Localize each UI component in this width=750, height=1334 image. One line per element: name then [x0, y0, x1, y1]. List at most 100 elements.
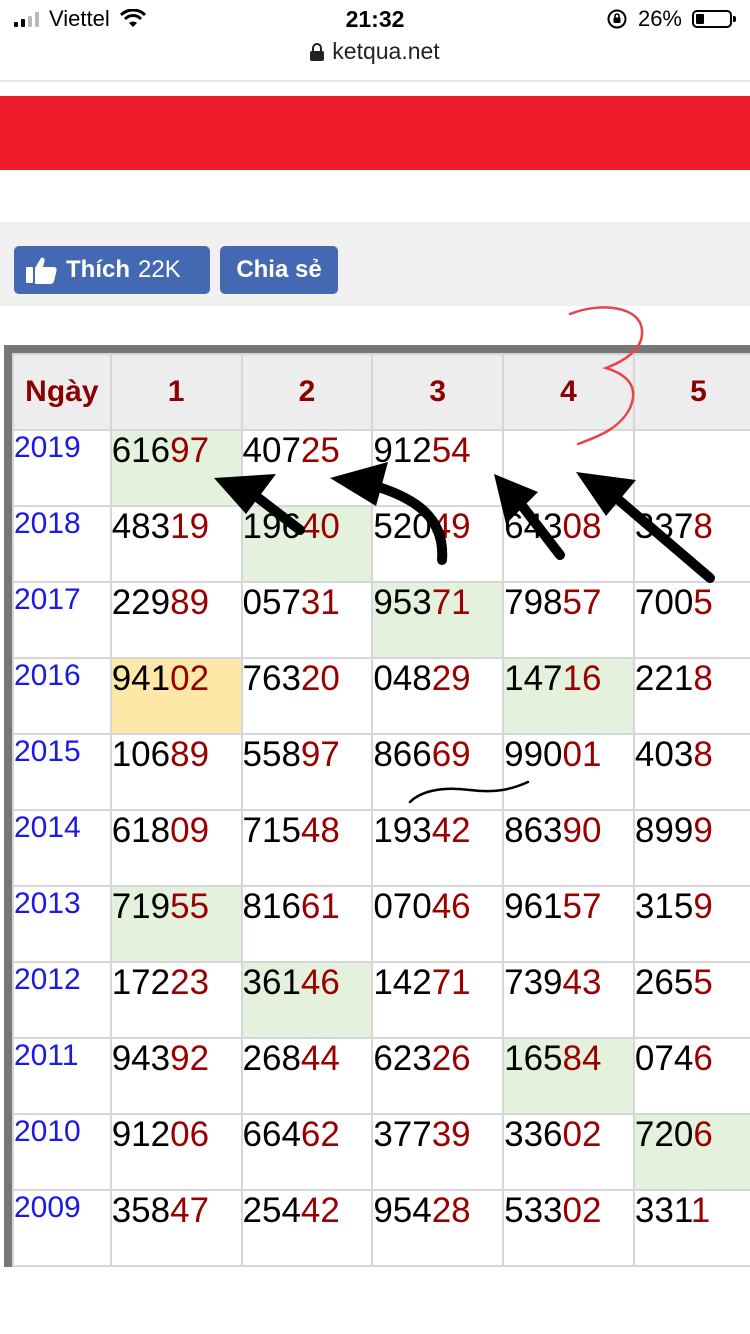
result-head-digits: 057 [242, 583, 301, 622]
result-head-digits: 899 [634, 811, 694, 850]
result-tail-digits: 97 [170, 431, 210, 470]
result-head-digits: 616 [111, 431, 171, 470]
year-cell[interactable]: 2016 [12, 657, 112, 735]
result-cell: 7005 [632, 581, 750, 659]
result-head-digits: 558 [242, 735, 301, 774]
result-tail-digits: 57 [562, 887, 602, 926]
browser-divider [0, 80, 750, 82]
year-cell[interactable]: 2011 [12, 1037, 112, 1115]
result-head-digits: 990 [504, 735, 563, 774]
facebook-share-button[interactable]: Chia sẻ [220, 246, 338, 294]
result-tail-digits: 23 [170, 963, 210, 1002]
table-row: 2014 61809 71548 19342 86390 8999 [12, 809, 750, 887]
result-head-digits: 623 [373, 1039, 432, 1078]
result-tail-digits: 92 [170, 1039, 210, 1078]
result-cell: 86390 [502, 809, 635, 887]
result-tail-digits: 54 [431, 431, 471, 470]
results-table: Ngày 1 2 3 4 5 2019 61697 40725 91254 2018 48… [12, 353, 750, 1267]
year-cell[interactable]: 2018 [12, 505, 112, 583]
result-cell: 55897 [240, 733, 374, 811]
result-head-digits: 337 [634, 507, 694, 546]
like-label: Thích [66, 256, 130, 283]
table-row: 2010 91206 66462 37739 33602 7206 [12, 1113, 750, 1191]
result-head-digits: 912 [111, 1115, 171, 1154]
result-tail-digits: 89 [170, 583, 210, 622]
lock-icon [310, 42, 325, 61]
result-head-digits: 229 [111, 583, 171, 622]
result-head-digits: 407 [242, 431, 301, 470]
year-cell[interactable]: 2014 [12, 809, 112, 887]
result-head-digits: 165 [504, 1039, 563, 1078]
social-strip: Thích 22K Chia sẻ [0, 222, 750, 306]
result-cell [632, 429, 750, 507]
result-head-digits: 403 [634, 735, 694, 774]
table-row: 2018 48319 19640 52049 64308 3378 [12, 505, 750, 583]
year-cell[interactable]: 2010 [12, 1113, 112, 1191]
url-bar[interactable]: ketqua.net [0, 38, 750, 65]
year-cell[interactable]: 2017 [12, 581, 112, 659]
result-cell: 14271 [371, 961, 505, 1039]
result-tail-digits: 39 [431, 1115, 471, 1154]
result-cell: 96157 [502, 885, 635, 963]
result-cell: 19342 [371, 809, 505, 887]
header-col-5: 5 [632, 353, 750, 431]
year-cell[interactable]: 2013 [12, 885, 112, 963]
result-cell: 22989 [109, 581, 243, 659]
result-cell: 81661 [240, 885, 374, 963]
header-date: Ngày [12, 353, 112, 431]
like-count: 22K [138, 256, 181, 283]
result-cell: 71955 [109, 885, 243, 963]
result-cell: 99001 [502, 733, 635, 811]
facebook-like-button[interactable]: Thích 22K [14, 246, 210, 294]
url-text: ketqua.net [332, 38, 440, 64]
year-cell[interactable]: 2015 [12, 733, 112, 811]
result-tail-digits: 90 [562, 811, 602, 850]
result-tail-digits: 16 [562, 659, 602, 698]
result-tail-digits: 5 [693, 583, 713, 622]
result-head-digits: 106 [111, 735, 171, 774]
orientation-lock-icon [607, 9, 627, 29]
result-tail-digits: 46 [431, 887, 471, 926]
battery-icon [692, 10, 736, 28]
result-cell: 73943 [502, 961, 635, 1039]
result-tail-digits: 71 [431, 963, 471, 1002]
result-tail-digits: 01 [562, 735, 602, 774]
result-cell: 10689 [109, 733, 243, 811]
status-bar: Viettel 21:32 26% [0, 0, 750, 40]
result-tail-digits: 42 [431, 811, 471, 850]
year-cell[interactable]: 2012 [12, 961, 112, 1039]
result-head-digits: 268 [242, 1039, 301, 1078]
table-row: 2011 94392 26844 62326 16584 0746 [12, 1037, 750, 1115]
result-head-digits: 943 [111, 1039, 171, 1078]
year-cell[interactable]: 2009 [12, 1189, 112, 1267]
result-head-digits: 798 [504, 583, 563, 622]
result-tail-digits: 20 [300, 659, 340, 698]
result-tail-digits: 71 [431, 583, 471, 622]
result-head-digits: 863 [504, 811, 563, 850]
result-cell: 95428 [371, 1189, 505, 1267]
result-tail-digits: 69 [431, 735, 471, 774]
result-head-digits: 265 [634, 963, 694, 1002]
result-cell: 07046 [371, 885, 505, 963]
battery-percent: 26% [637, 6, 682, 31]
result-cell: 36146 [240, 961, 374, 1039]
thumbs-up-icon [26, 257, 57, 284]
year-cell[interactable]: 2019 [12, 429, 112, 507]
result-cell: 94392 [109, 1037, 243, 1115]
result-cell: 3378 [632, 505, 750, 583]
result-head-digits: 331 [634, 1191, 691, 1230]
result-head-digits: 336 [504, 1115, 563, 1154]
result-cell [502, 429, 635, 507]
result-head-digits: 196 [242, 507, 301, 546]
result-head-digits: 912 [373, 431, 432, 470]
result-cell: 7206 [632, 1113, 750, 1191]
result-head-digits: 048 [373, 659, 432, 698]
result-head-digits: 147 [504, 659, 563, 698]
result-tail-digits: 57 [562, 583, 602, 622]
result-head-digits: 700 [634, 583, 694, 622]
result-cell: 79857 [502, 581, 635, 659]
result-tail-digits: 8 [693, 507, 713, 546]
table-row: 2015 10689 55897 86669 99001 4038 [12, 733, 750, 811]
result-cell: 35847 [109, 1189, 243, 1267]
result-cell: 40725 [240, 429, 374, 507]
